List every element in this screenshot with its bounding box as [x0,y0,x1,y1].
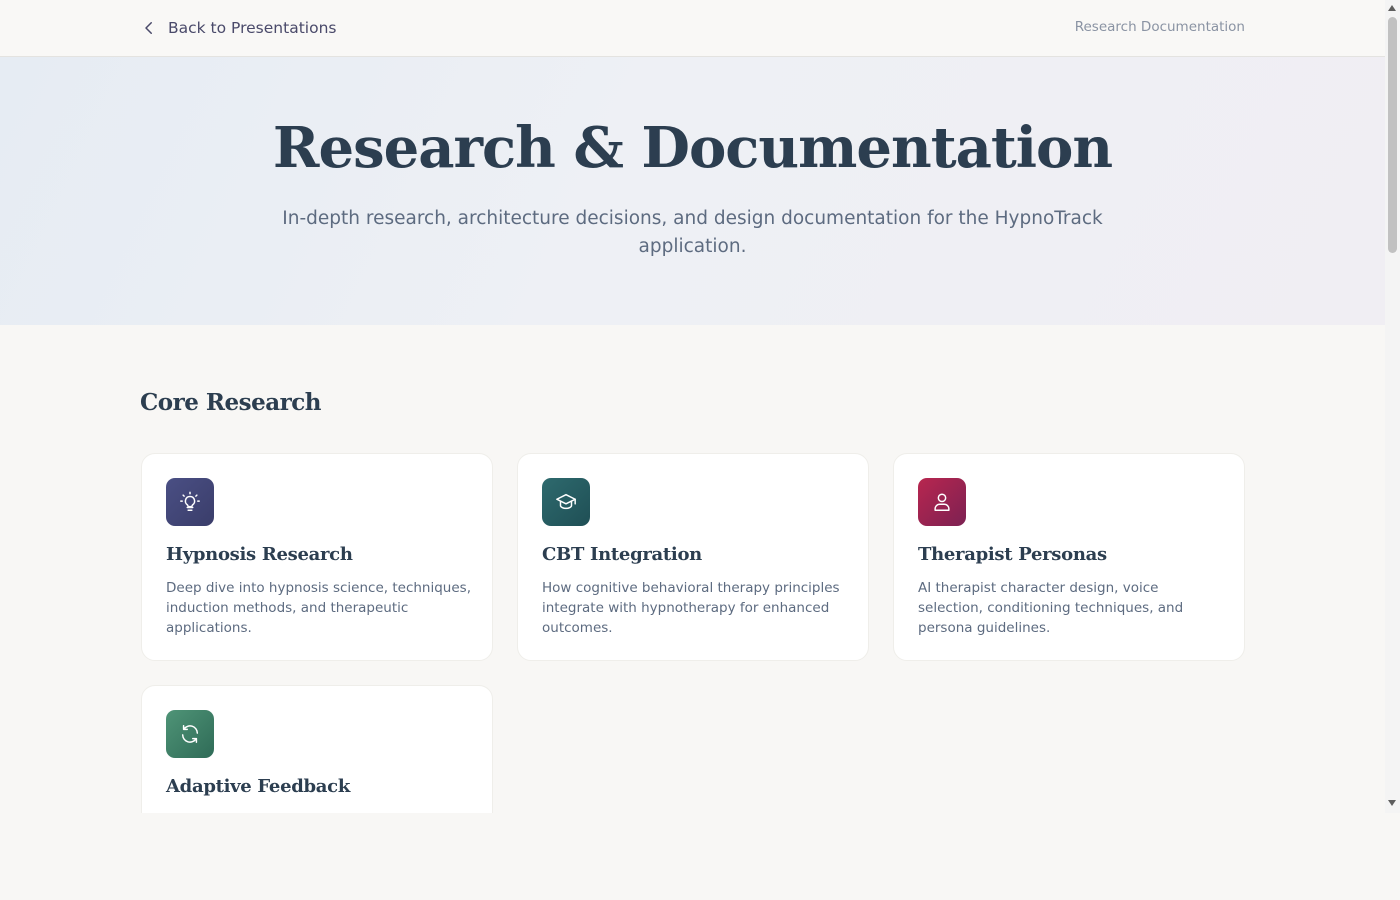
page-viewport[interactable]: Back to Presentations Research Documenta… [0,0,1385,813]
blank-area [0,813,1400,900]
page-title: Research & Documentation [272,115,1113,181]
scroll-down-arrow-icon[interactable] [1388,800,1396,806]
user-icon [918,478,966,526]
back-to-presentations-link[interactable]: Back to Presentations [140,16,336,40]
card-cbt-integration[interactable]: CBT Integration How cognitive behavioral… [517,453,869,661]
card-title: Adaptive Feedback [166,776,350,797]
card-therapist-personas[interactable]: Therapist Personas AI therapist characte… [893,453,1245,661]
card-adaptive-feedback[interactable]: Adaptive Feedback [141,685,493,813]
card-description: AI therapist character design, voice sel… [918,580,1184,636]
back-link-label: Back to Presentations [168,19,337,37]
card-description: How cognitive behavioral therapy princip… [542,580,840,636]
lightbulb-icon [166,478,214,526]
top-nav-bar: Back to Presentations Research Documenta… [0,0,1385,57]
card-title: CBT Integration [542,544,702,565]
hero-banner: Research & Documentation In-depth resear… [0,57,1385,325]
card-description: Deep dive into hypnosis science, techniq… [166,580,471,636]
refresh-icon [166,710,214,758]
page-context-label: Research Documentation [1074,19,1245,35]
chevron-left-icon [140,19,158,37]
graduation-cap-icon [542,478,590,526]
card-title: Therapist Personas [918,544,1107,565]
page-subtitle: In-depth research, architecture decision… [282,208,1103,257]
scrollbar-thumb[interactable] [1388,17,1397,253]
scroll-up-arrow-icon[interactable] [1388,5,1396,11]
vertical-scrollbar[interactable] [1385,0,1400,813]
card-hypnosis-research[interactable]: Hypnosis Research Deep dive into hypnosi… [141,453,493,661]
section-title-core-research: Core Research [140,389,321,416]
card-title: Hypnosis Research [166,544,353,565]
